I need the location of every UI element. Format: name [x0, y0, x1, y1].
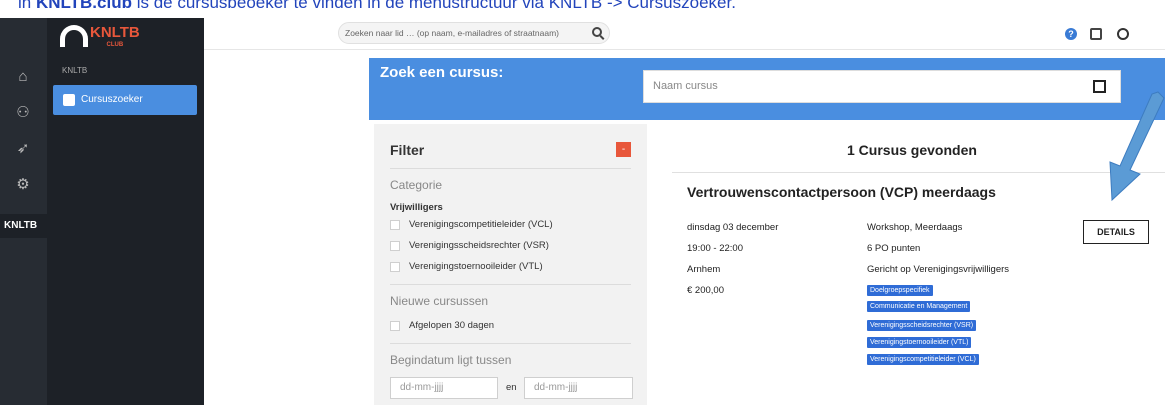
start-date-heading: Begindatum ligt tussen: [390, 353, 512, 367]
search-placeholder: Zoeken naar lid … (op naam, e-mailadres …: [345, 28, 560, 38]
checkbox[interactable]: [390, 320, 400, 331]
page-caption: in KNLTB.club is de cursusbeoeker te vin…: [0, 0, 1165, 11]
search-icon[interactable]: [592, 27, 602, 37]
course-name-input[interactable]: Naam cursus: [643, 70, 1121, 103]
banner-title: Zoek een cursus:: [380, 64, 504, 81]
settings-icon[interactable]: ⚙: [14, 176, 32, 194]
date-from-input[interactable]: dd-mm-jjjj: [390, 377, 498, 399]
filter-divider: [390, 168, 631, 169]
checkbox[interactable]: [390, 240, 400, 251]
course-date: dinsdag 03 december: [687, 222, 779, 233]
sidebar: [47, 18, 204, 405]
course-audience: Gericht op Verenigingsvrijwilligers: [867, 264, 1010, 275]
filter-option-vcl[interactable]: Verenigingscompetitieleider (VCL): [390, 219, 553, 230]
course-time: 19:00 - 22:00: [687, 243, 743, 254]
question-icon[interactable]: ?: [1065, 28, 1077, 40]
filter-divider: [390, 343, 631, 344]
results-count: 1 Cursus gevonden: [847, 142, 977, 158]
category-heading: Categorie: [390, 178, 443, 192]
filter-option-vsr[interactable]: Verenigingsscheidsrechter (VSR): [390, 240, 549, 251]
filter-option-vtl[interactable]: Verenigingstoernooileider (VTL): [390, 261, 543, 272]
course-title[interactable]: Vertrouwenscontactpersoon (VCP) meerdaag…: [687, 184, 996, 200]
logo-swoosh-icon: [60, 25, 88, 47]
details-button[interactable]: DETAILS: [1083, 220, 1149, 244]
pointer-arrow-icon: [1109, 91, 1165, 202]
knltb-club-logo[interactable]: KNLTB CLUB: [60, 24, 140, 48]
category-group-label: Vrijwilligers: [390, 202, 443, 213]
course-tag: Communicatie en Management: [867, 301, 971, 312]
filter-collapse-button[interactable]: -: [616, 142, 631, 157]
filter-title: Filter: [390, 142, 425, 158]
course-finder-icon: [63, 94, 75, 106]
course-tag: Verenigingsscheidsrechter (VSR): [867, 320, 977, 331]
filter-divider: [390, 284, 631, 285]
user-icon[interactable]: [1117, 28, 1129, 40]
logo-subtext: CLUB: [106, 42, 124, 48]
people-icon[interactable]: ⚇: [14, 104, 32, 122]
rail-item-knltb[interactable]: KNLTB: [0, 214, 47, 238]
sidebar-section-label: KNLTB: [62, 66, 88, 75]
sidebar-item-cursuszoeker[interactable]: Cursuszoeker: [53, 85, 197, 115]
clipboard-icon[interactable]: [1090, 28, 1102, 40]
member-search-input[interactable]: Zoeken naar lid … (op naam, e-mailadres …: [338, 22, 610, 44]
send-icon[interactable]: ➶: [14, 140, 32, 158]
logo-text: KNLTB: [90, 24, 140, 41]
checkbox[interactable]: [390, 261, 400, 272]
date-to-input[interactable]: dd-mm-jjjj: [524, 377, 633, 399]
course-location: Arnhem: [687, 264, 721, 275]
caption-strong: KNLTB.club: [35, 0, 132, 11]
filter-option-last-30-days[interactable]: Afgelopen 30 dagen: [390, 320, 494, 331]
course-tag: Doelgroepspecifiek: [867, 285, 933, 296]
new-courses-heading: Nieuwe cursussen: [390, 294, 489, 308]
course-tag: Verenigingstoernooileider (VTL): [867, 337, 972, 348]
course-type: Workshop, Meerdaags: [867, 222, 963, 233]
course-name-placeholder: Naam cursus: [653, 80, 718, 92]
course-price: € 200,00: [687, 285, 724, 296]
course-points: 6 PO punten: [867, 243, 921, 254]
screen: in KNLTB.club is de cursusbeoeker te vin…: [0, 0, 1165, 405]
date-separator: en: [506, 382, 517, 393]
course-tag: Verenigingscompetitieleider (VCL): [867, 354, 979, 365]
results-divider: [672, 172, 1165, 173]
checkbox[interactable]: [390, 219, 400, 230]
sidebar-item-label: Cursuszoeker: [81, 94, 143, 105]
home-icon[interactable]: ⌂: [14, 68, 32, 86]
